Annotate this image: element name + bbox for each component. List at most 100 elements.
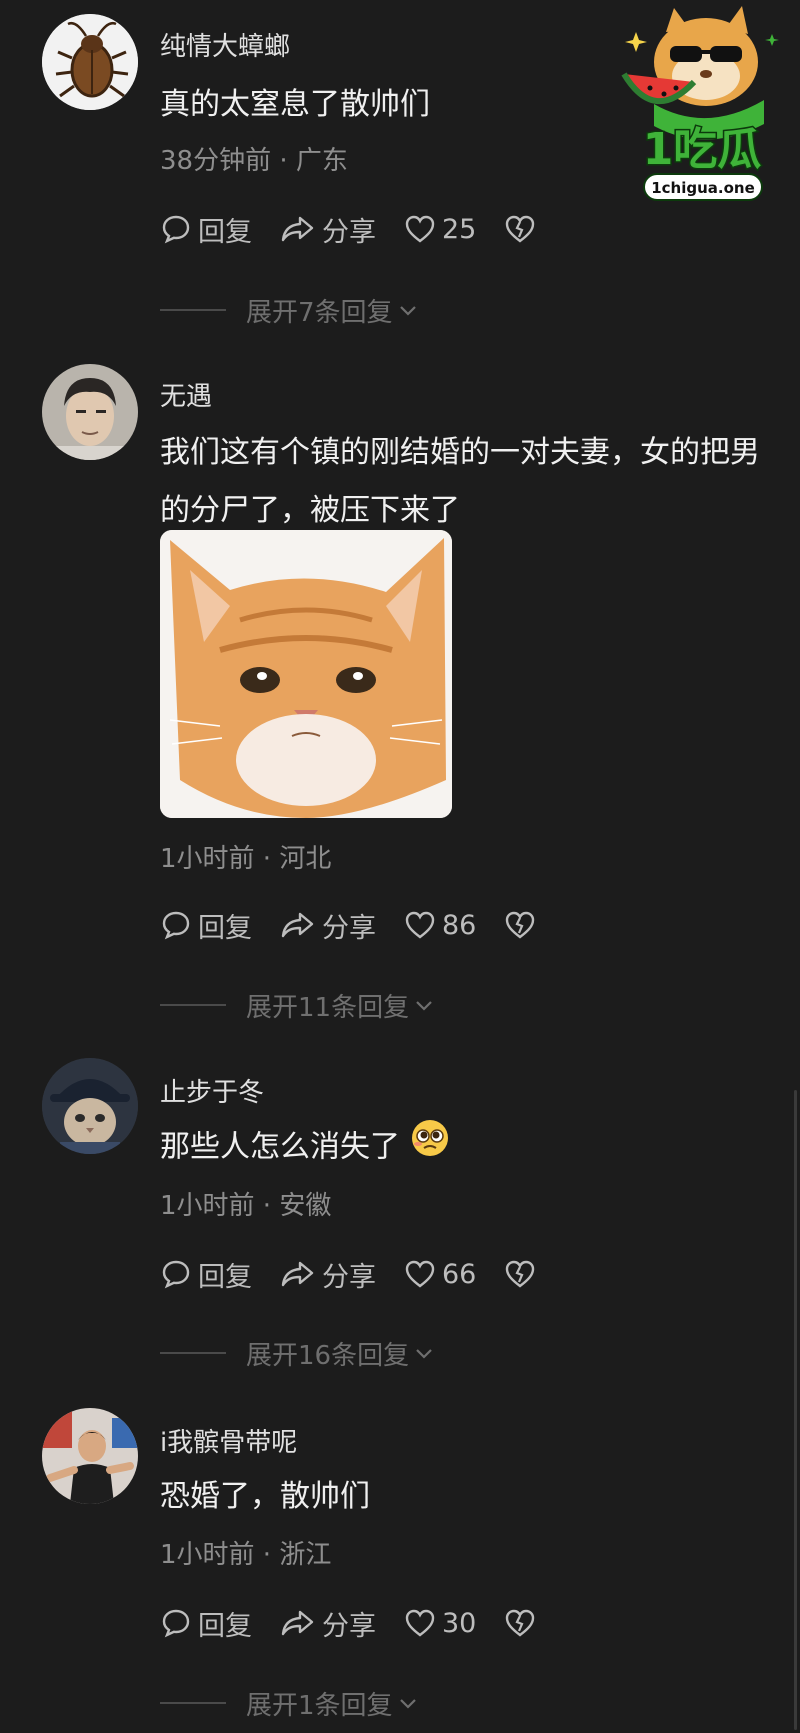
action-bar: 回复 分享 30 [160,1603,570,1643]
man-portrait-avatar-icon [42,364,138,460]
expand-replies-button[interactable]: 展开7条回复 [160,290,419,330]
share-label: 分享 [322,1261,376,1293]
reply-bubble-icon [162,911,190,940]
username[interactable]: i我髌骨带呢 [160,1422,297,1459]
comment-location: 浙江 [279,1540,332,1570]
reply-bubble-icon [162,1260,190,1289]
like-button[interactable]: 86 [404,910,476,941]
share-arrow-icon [281,1610,314,1636]
meta-separator: · [271,146,296,176]
dislike-button[interactable] [504,1259,542,1289]
reply-label: 回复 [198,1610,252,1642]
expand-replies-label: 展开11条回复 [246,992,410,1023]
divider-line [160,1352,226,1354]
chevron-down-icon [399,306,416,316]
heart-icon [405,1609,435,1637]
share-arrow-icon [281,912,314,938]
reply-label: 回复 [198,912,252,944]
divider-line [160,1702,226,1704]
comment-time: 1小时前 [160,1540,255,1570]
reply-label: 回复 [198,1261,252,1293]
comment-meta: 38分钟前 · 广东 [160,140,348,177]
like-count: 86 [442,909,477,941]
like-button[interactable]: 25 [404,214,476,245]
broken-heart-icon [506,911,535,939]
comment-meta: 1小时前 · 安徽 [160,1185,331,1222]
reply-button[interactable]: 回复 [160,906,252,945]
expand-replies-label: 展开1条回复 [246,1690,393,1721]
meta-separator: · [254,1191,280,1221]
action-bar: 回复 分享 66 [160,1254,570,1294]
share-button[interactable]: 分享 [280,210,376,249]
comment-text-body: 那些人怎么消失了 [160,1129,400,1165]
reply-label: 回复 [198,216,252,248]
heart-icon [405,215,435,243]
broken-heart-icon [506,1609,535,1637]
expand-replies-label: 展开16条回复 [246,1340,410,1371]
meta-separator: · [254,1540,280,1570]
comment-time: 38分钟前 [160,146,272,176]
heart-icon [405,911,435,939]
expand-replies-label: 展开7条回复 [246,297,393,328]
expand-replies-button[interactable]: 展开16条回复 [160,1333,435,1373]
share-label: 分享 [322,216,376,248]
like-count: 25 [442,213,477,245]
meta-separator: · [254,844,280,874]
share-button[interactable]: 分享 [280,1255,376,1294]
comment-image-sad-cat[interactable] [160,530,452,818]
comment-location: 广东 [295,146,348,176]
sad-cat-meme-image [160,530,452,818]
reply-button[interactable]: 回复 [160,210,252,249]
scrollbar[interactable] [794,1090,797,1730]
like-button[interactable]: 30 [404,1608,476,1639]
comment-meta: 1小时前 · 河北 [160,838,331,875]
comment-text: 恐婚了，散帅们 [160,1479,370,1514]
pleading-face-emoji-icon [410,1118,450,1178]
cat-in-hat-avatar-icon [42,1058,138,1154]
dislike-button[interactable] [504,910,542,940]
username[interactable]: 止步于冬 [160,1072,264,1109]
heart-icon [405,1260,435,1288]
dislike-button[interactable] [504,214,542,244]
comment-meta: 1小时前 · 浙江 [160,1534,331,1571]
chevron-down-icon [399,1699,416,1709]
share-label: 分享 [322,912,376,944]
share-button[interactable]: 分享 [280,1604,376,1643]
action-bar: 回复 分享 25 [160,209,570,249]
divider-line [160,1004,226,1006]
share-arrow-icon [281,216,314,242]
reply-button[interactable]: 回复 [160,1255,252,1294]
reply-bubble-icon [162,215,190,244]
expand-replies-button[interactable]: 展开1条回复 [160,1683,419,1723]
username[interactable]: 无遇 [160,376,212,413]
cockroach-avatar-icon [42,14,138,110]
username[interactable]: 纯情大蟑螂 [160,26,290,63]
like-button[interactable]: 66 [404,1259,476,1290]
comment-text: 真的太窒息了散帅们 [160,87,430,122]
expand-replies-button[interactable]: 展开11条回复 [160,985,435,1025]
avatar[interactable] [42,14,138,110]
action-bar: 回复 分享 86 [160,905,570,945]
chevron-down-icon [416,1001,432,1011]
share-button[interactable]: 分享 [280,906,376,945]
reply-bubble-icon [162,1609,190,1638]
comment-location: 安徽 [279,1191,332,1221]
boy-photo-avatar-icon [42,1408,138,1504]
like-count: 30 [442,1607,477,1639]
chevron-down-icon [416,1349,432,1359]
share-label: 分享 [322,1610,376,1642]
comment-time: 1小时前 [160,1191,255,1221]
avatar[interactable] [42,364,138,460]
dislike-button[interactable] [504,1608,542,1638]
like-count: 66 [442,1258,477,1290]
broken-heart-icon [506,1260,535,1288]
broken-heart-icon [506,215,535,243]
avatar[interactable] [42,1058,138,1154]
comment-location: 河北 [279,844,332,874]
share-arrow-icon [281,1261,314,1287]
comment-time: 1小时前 [160,844,255,874]
reply-button[interactable]: 回复 [160,1604,252,1643]
divider-line [160,309,226,311]
comment-text: 那些人怎么消失了 [160,1118,770,1178]
avatar[interactable] [42,1408,138,1504]
